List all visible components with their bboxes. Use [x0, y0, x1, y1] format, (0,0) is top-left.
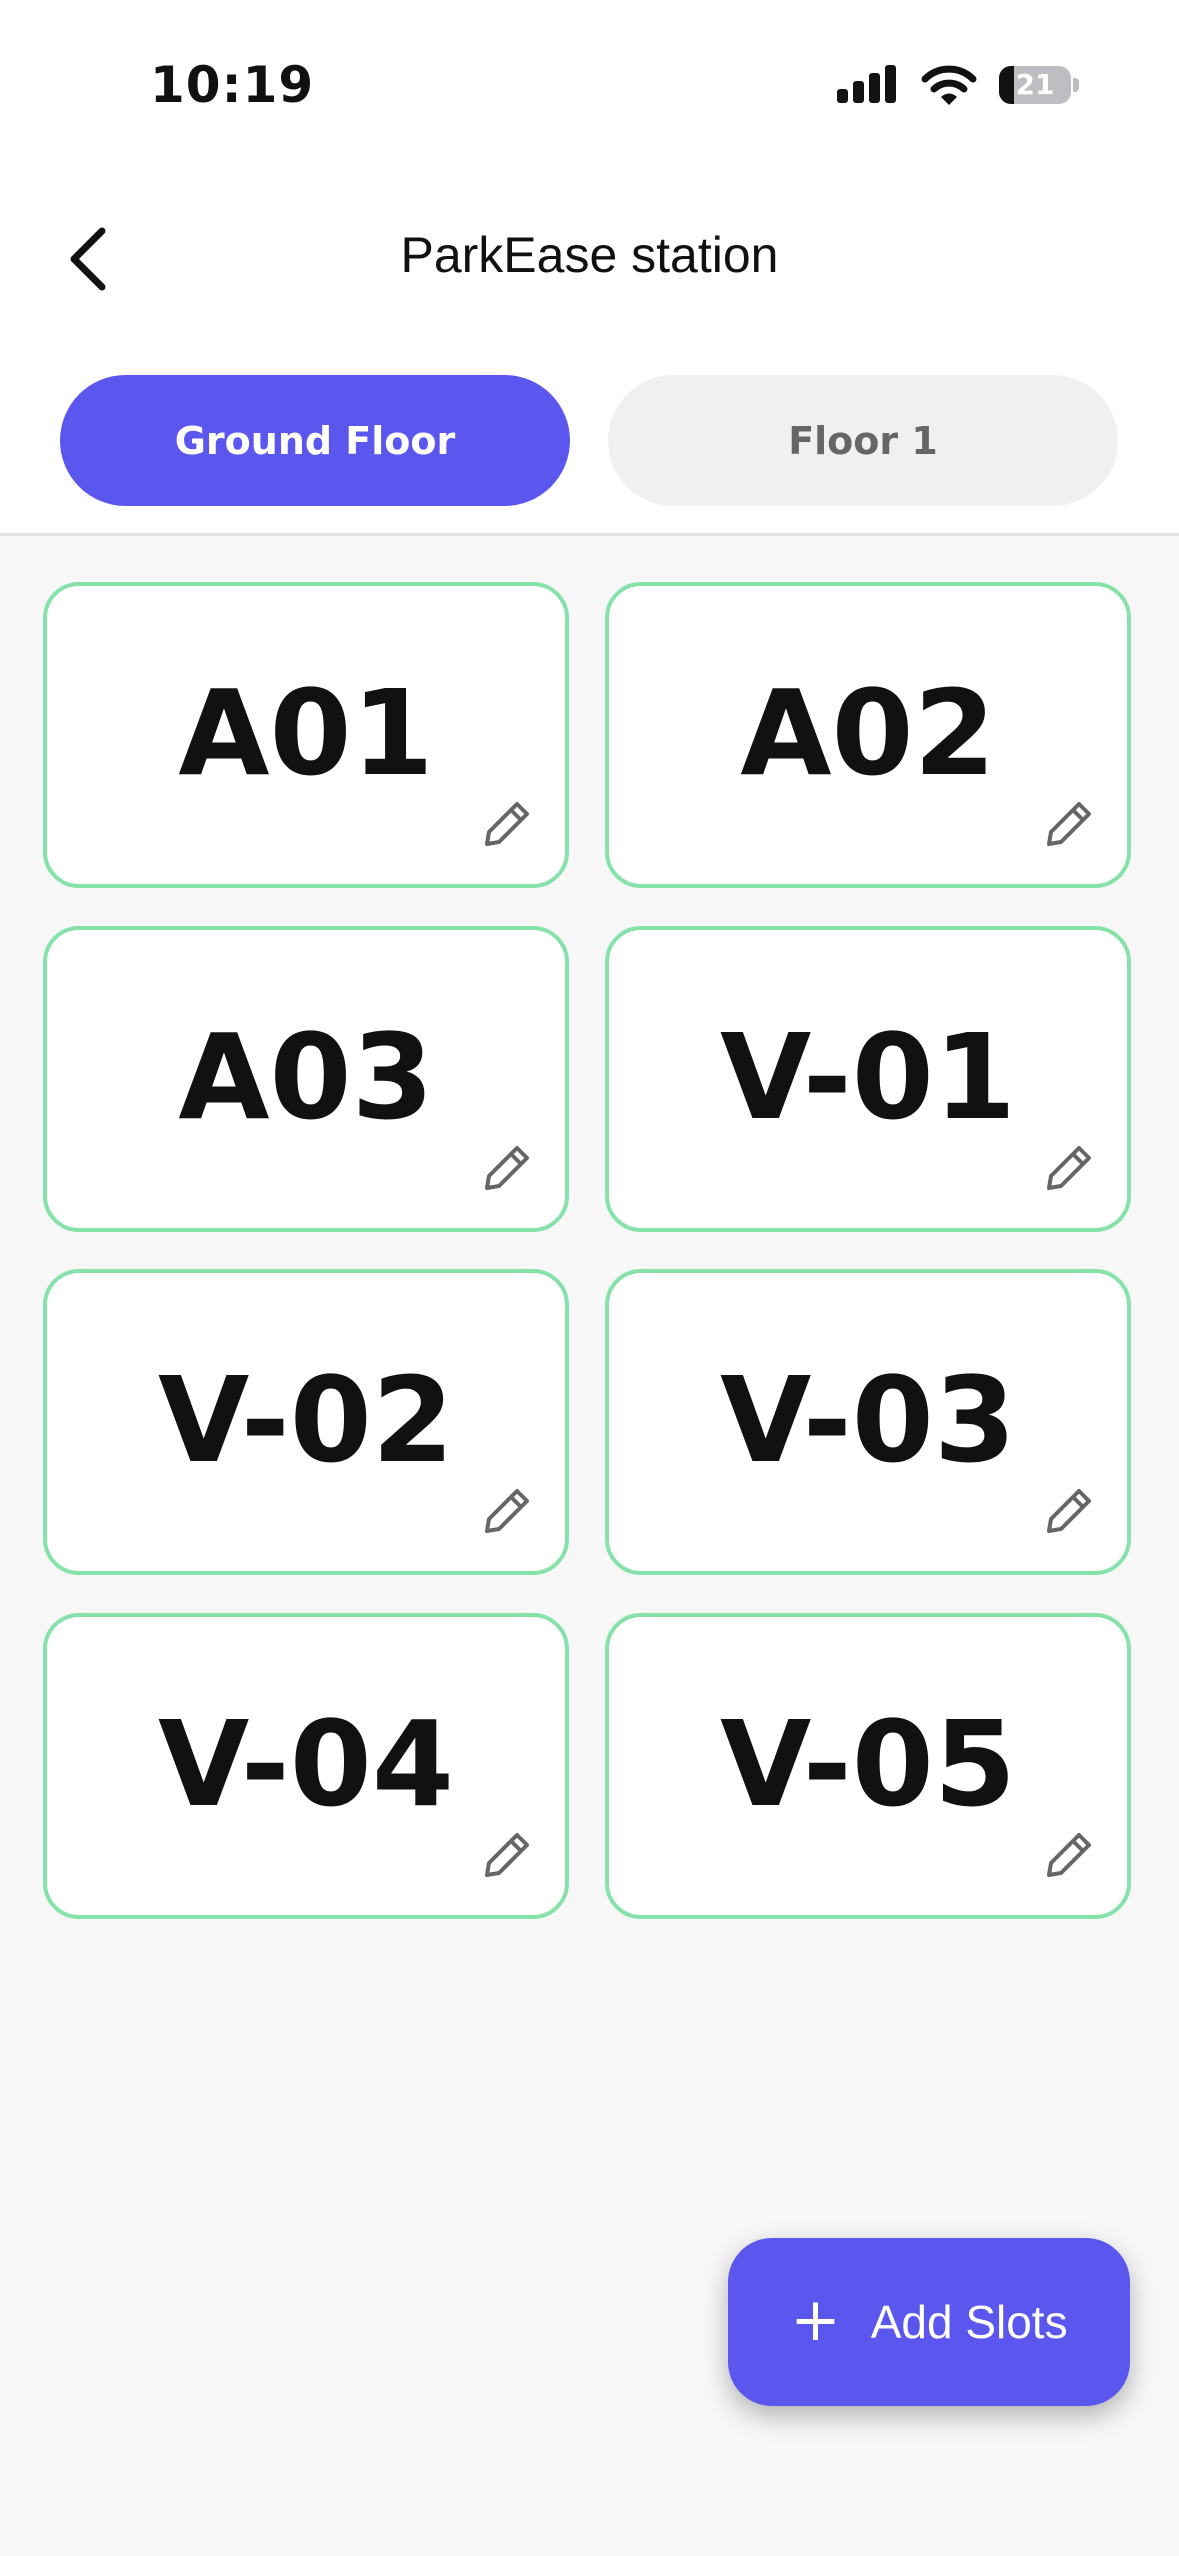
slot-label: V-03	[720, 1351, 1016, 1489]
slot-card-a01[interactable]: A01	[43, 582, 569, 888]
tab-ground-floor[interactable]: Ground Floor	[60, 375, 570, 506]
slot-card-v-04[interactable]: V-04	[43, 1613, 569, 1919]
status-icons: 21	[837, 60, 1079, 110]
pencil-icon[interactable]	[1039, 1825, 1099, 1885]
pencil-icon[interactable]	[1039, 1138, 1099, 1198]
status-time: 10:19	[150, 56, 315, 114]
slot-label: V-02	[158, 1351, 454, 1489]
tab-floor-1[interactable]: Floor 1	[608, 375, 1118, 506]
add-slots-label: Add Slots	[870, 2296, 1068, 2348]
slot-label: A03	[178, 1008, 434, 1146]
slot-label: V-05	[720, 1695, 1016, 1833]
slot-card-v-02[interactable]: V-02	[43, 1269, 569, 1575]
signal-icon	[837, 63, 899, 107]
slot-card-a02[interactable]: A02	[605, 582, 1131, 888]
pencil-icon[interactable]	[477, 1825, 537, 1885]
slot-label: A02	[740, 664, 996, 802]
pencil-icon[interactable]	[477, 1481, 537, 1541]
slot-card-v-05[interactable]: V-05	[605, 1613, 1131, 1919]
floor-tabs: Ground Floor Floor 1	[60, 375, 1120, 506]
slot-label: V-01	[720, 1008, 1016, 1146]
slot-card-a03[interactable]: A03	[43, 926, 569, 1232]
pencil-icon[interactable]	[1039, 1481, 1099, 1541]
page-title: ParkEase station	[400, 227, 779, 283]
slot-label: V-04	[158, 1695, 454, 1833]
slot-card-v-03[interactable]: V-03	[605, 1269, 1131, 1575]
pencil-icon[interactable]	[1039, 794, 1099, 854]
slot-label: A01	[178, 664, 434, 802]
pencil-icon[interactable]	[477, 794, 537, 854]
battery-icon: 21	[999, 64, 1079, 106]
top-bar: 10:19 21 ParkEase station Ground Floor F…	[0, 0, 1179, 536]
add-slots-button[interactable]: + Add Slots	[728, 2238, 1130, 2406]
battery-percent: 21	[1015, 68, 1055, 101]
slot-card-v-01[interactable]: V-01	[605, 926, 1131, 1232]
wifi-icon	[921, 65, 977, 105]
plus-icon: +	[790, 2285, 841, 2355]
pencil-icon[interactable]	[477, 1138, 537, 1198]
screen: 10:19 21 ParkEase station Ground Floor F…	[0, 0, 1179, 2556]
